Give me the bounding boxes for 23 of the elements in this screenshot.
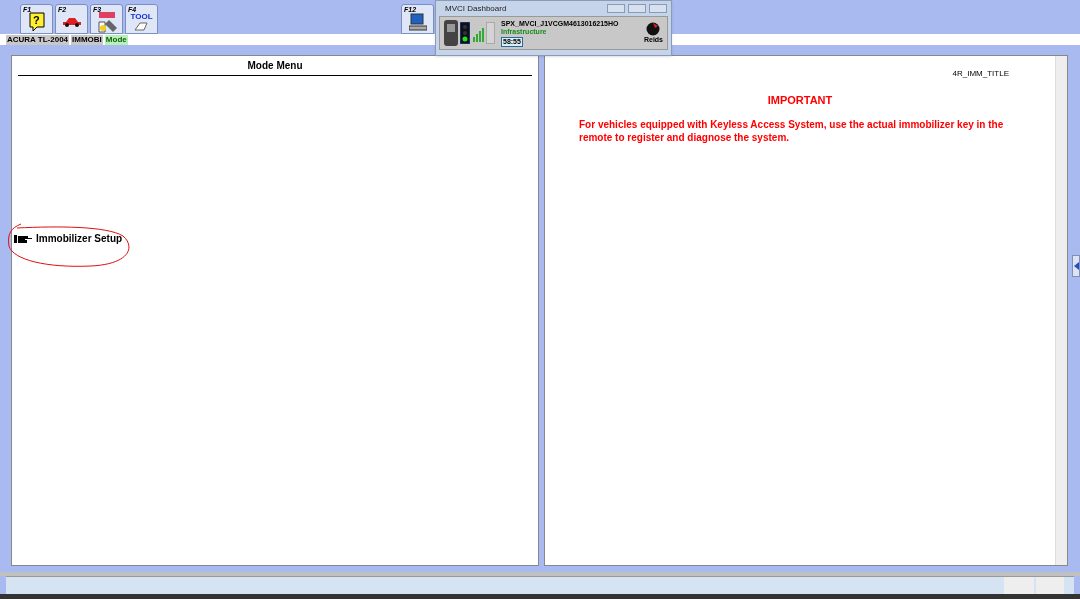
left-arrow-icon xyxy=(1073,262,1079,270)
panel-title: Mode Menu xyxy=(18,58,532,76)
question-mark: ? xyxy=(32,14,40,26)
minimize-button[interactable] xyxy=(607,4,625,13)
code-label: 4R_IMM_TITLE xyxy=(951,68,1010,80)
car-icon xyxy=(61,17,82,27)
computer-icon xyxy=(408,13,427,31)
brand-logo-icon xyxy=(646,22,661,36)
heading: IMPORTANT xyxy=(766,93,834,108)
menu-item[interactable]: Immobilizer Setup xyxy=(14,231,532,246)
close-button[interactable] xyxy=(649,4,667,13)
breadcrumb-item[interactable]: ACURA TL-2004 xyxy=(6,34,70,45)
message: For vehicles equipped with Keyless Access System, use the actual immobilizer key in the remote to register and diagnose the system. xyxy=(579,117,1005,144)
breadcrumb-item[interactable]: Mode xyxy=(104,34,128,45)
window-title: MVCI Dashboard xyxy=(445,2,508,15)
traffic-light-icon xyxy=(460,22,470,44)
pointing-hand-icon xyxy=(14,233,32,244)
tool-label: TOOL xyxy=(130,13,153,21)
status-slot xyxy=(486,22,495,44)
breadcrumb-item[interactable]: IMMOBI xyxy=(71,34,103,45)
side-arrow-tab[interactable] xyxy=(1072,255,1080,277)
maximize-button[interactable] xyxy=(628,4,646,13)
device-icon xyxy=(444,20,458,46)
